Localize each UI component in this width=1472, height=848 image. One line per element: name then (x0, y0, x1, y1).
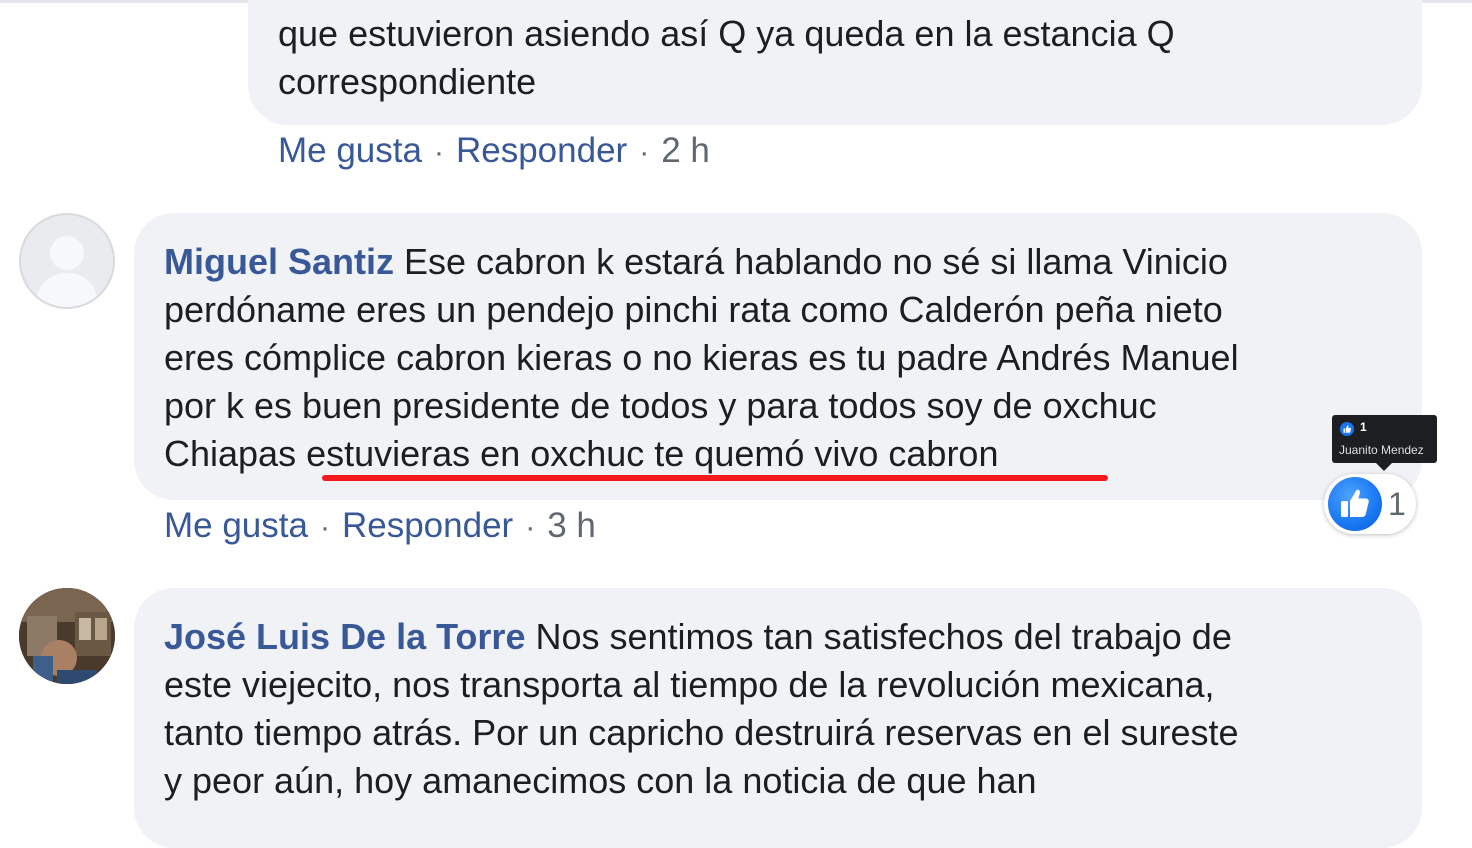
avatar[interactable] (19, 588, 115, 684)
like-link[interactable]: Me gusta (278, 131, 422, 170)
comment-bubble: José Luis De la Torre Nos sentimos tan s… (134, 588, 1422, 848)
red-underline-annotation (322, 475, 1108, 481)
tooltip-count: 1 (1360, 420, 1367, 434)
comment-actions: Me gusta · Responder · 2 h (278, 131, 710, 171)
comment-author[interactable]: Miguel Santiz (164, 241, 394, 282)
reply-link[interactable]: Responder (456, 131, 627, 170)
comment-text-line: este viejecito, nos transporta al tiempo… (164, 664, 1215, 705)
comment-text: Chiapas (164, 433, 307, 474)
comment-text-line: eres cómplice cabron kieras o no kieras … (164, 337, 1239, 378)
default-avatar-icon (35, 236, 99, 307)
like-icon (1340, 422, 1354, 436)
comment-time[interactable]: 2 h (661, 131, 710, 170)
comment-text-line: y peor aún, hoy amanecimos con la notici… (164, 760, 1037, 801)
comment-actions: Me gusta · Responder · 3 h (164, 506, 596, 546)
separator: · (319, 511, 330, 544)
profile-photo (19, 588, 115, 684)
comment-text: Ese cabron k estará hablando no sé si ll… (394, 241, 1228, 282)
reaction-tooltip: 1 Juanito Mendez (1332, 415, 1437, 471)
like-link[interactable]: Me gusta (164, 506, 308, 545)
like-icon (1328, 477, 1382, 531)
comment-text-line: que estuvieron asiendo así Q ya queda en… (278, 13, 1175, 54)
reaction-count: 1 (1388, 486, 1406, 522)
comment-text-line: tanto tiempo atrás. Por un capricho dest… (164, 712, 1239, 753)
reply-link[interactable]: Responder (342, 506, 513, 545)
comment-text-line: José Luis De la Torre Nos sentimos tan s… (164, 613, 1239, 661)
comment-text-line: por k es buen presidente de todos y para… (164, 385, 1157, 426)
tooltip-name: Juanito Mendez (1339, 443, 1424, 457)
highlighted-text: estuvieras en oxchuc te quemó vivo cabro… (306, 433, 999, 474)
comment-bubble: que estuvieron asiendo así Q ya queda en… (248, 0, 1422, 125)
comment-text-line: Miguel Santiz Ese cabron k estará hablan… (164, 238, 1239, 286)
comment-text-line: correspondiente (278, 61, 537, 102)
comment-text-line: Chiapas estuvieras en oxchuc te quemó vi… (164, 430, 1239, 478)
avatar[interactable] (19, 213, 115, 309)
reaction-summary[interactable]: 1 (1324, 474, 1416, 534)
comment-text: Nos sentimos tan satisfechos del trabajo… (525, 616, 1232, 657)
comment-bubble: Miguel Santiz Ese cabron k estará hablan… (134, 213, 1422, 500)
comment-text-line: perdóname eres un pendejo pinchi rata co… (164, 289, 1223, 330)
separator: · (639, 136, 650, 169)
comment-author[interactable]: José Luis De la Torre (164, 616, 525, 657)
separator: · (433, 136, 444, 169)
separator: · (525, 511, 536, 544)
comment-time[interactable]: 3 h (547, 506, 596, 545)
